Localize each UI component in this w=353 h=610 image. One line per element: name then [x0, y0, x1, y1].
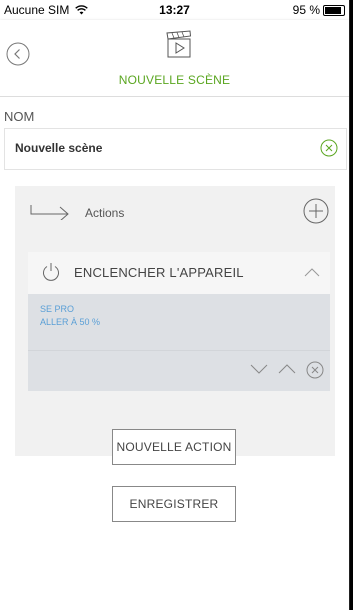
actions-header: Actions	[15, 186, 335, 238]
plus-circle-icon[interactable]	[303, 198, 329, 224]
action-item: ENCLENCHER L'APPAREIL SE PRO ALLER À 50 …	[28, 252, 330, 402]
action-device-text: SE PRO	[40, 304, 75, 314]
action-item-controls	[28, 350, 330, 391]
clear-circle-icon[interactable]	[320, 139, 338, 157]
actions-label: Actions	[85, 206, 125, 220]
battery-icon	[323, 4, 345, 16]
chevron-down-icon[interactable]	[250, 363, 268, 375]
action-item-header[interactable]: ENCLENCHER L'APPAREIL	[28, 252, 330, 294]
scene-name-value[interactable]: Nouvelle scène	[15, 141, 102, 155]
save-button[interactable]: ENREGISTRER	[112, 486, 236, 522]
scene-name-field[interactable]: Nouvelle scène	[4, 128, 347, 170]
scene-editor: NOM Nouvelle scène Actions ENCLENCHER L'…	[0, 97, 349, 610]
power-icon	[43, 263, 59, 281]
actions-section: Actions ENCLENCHER L'APPAREIL SE PRO ALL…	[15, 186, 335, 456]
new-action-button[interactable]: NOUVELLE ACTION	[112, 429, 236, 465]
battery-percent: 95 %	[292, 3, 320, 17]
name-label: NOM	[4, 109, 35, 124]
screen: Aucune SIM 13:27 95 % NOUVELLE SCÈNE NOM	[0, 0, 350, 610]
page-title: NOUVELLE SCÈNE	[118, 73, 231, 87]
action-command-text: ALLER À 50 %	[40, 317, 101, 327]
action-item-details: SE PRO ALLER À 50 %	[28, 294, 330, 350]
status-bar: Aucune SIM 13:27 95 %	[0, 0, 349, 20]
arrow-right-icon	[30, 205, 69, 220]
navigation-header: NOUVELLE SCÈNE	[0, 20, 349, 97]
action-item-title: ENCLENCHER L'APPAREIL	[74, 265, 244, 280]
battery-group: 95 %	[293, 3, 345, 17]
chevron-up-icon[interactable]	[304, 267, 320, 277]
chevron-up-icon[interactable]	[278, 363, 296, 375]
back-circle-icon[interactable]	[6, 42, 30, 66]
close-circle-icon[interactable]	[306, 361, 324, 379]
clapperboard-play-icon	[166, 30, 192, 58]
